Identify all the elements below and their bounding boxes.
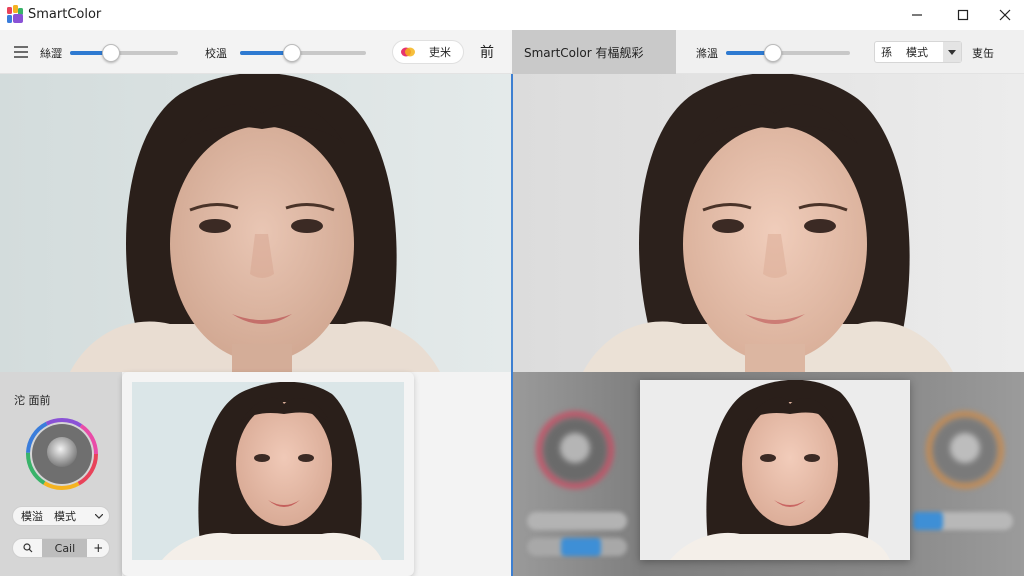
minimize-button[interactable] (894, 0, 940, 30)
chevron-down-icon (95, 514, 103, 519)
portrait-left-image (0, 74, 511, 372)
slider2[interactable] (240, 44, 366, 62)
slider2-thumb[interactable] (283, 44, 301, 62)
pill-label: 吏米 (429, 46, 451, 59)
action-button-row: Cail + (12, 538, 110, 558)
left-control-panel: 沱 面前 模溢 模式 Cail + (0, 372, 122, 576)
blurred-dropdown (527, 512, 627, 530)
left-thumbnail-card[interactable] (122, 372, 414, 576)
thumbnail-left-image (132, 382, 404, 560)
slider2-label: 校溫 (205, 47, 227, 60)
minimize-icon (912, 14, 922, 16)
right-slider-thumb[interactable] (764, 44, 782, 62)
blurred-button-row (527, 538, 627, 556)
right-slider[interactable] (726, 44, 850, 62)
mode-dropdown[interactable]: 模溢 模式 (12, 506, 110, 526)
right-toolbar-right-label[interactable]: 叓缶 (972, 45, 994, 61)
left-toolbar: 絲澀 校溫 吏米 前 (0, 30, 512, 74)
mode-select-prefix: 孫 (881, 46, 892, 59)
color-wheel-icon[interactable] (26, 418, 98, 490)
slider1[interactable] (70, 44, 178, 62)
close-button[interactable] (982, 0, 1024, 30)
thumbnail-right-image (640, 379, 910, 560)
panel-label: 沱 面前 (14, 394, 51, 407)
app-logo-icon (7, 5, 23, 23)
blurred-dropdown-right (913, 512, 1013, 530)
mode-select[interactable]: 孫 模式 (874, 41, 962, 63)
portrait-right-image (513, 74, 1024, 372)
caret-down-icon (948, 49, 956, 55)
right-slider-label: 滌溫 (696, 47, 718, 60)
title-bar: SmartColor (0, 0, 1024, 30)
right-thumbnail-card[interactable] (640, 379, 910, 560)
search-button[interactable] (13, 539, 42, 557)
mode-select-arrow[interactable] (943, 42, 961, 62)
color-blob-icon (401, 47, 415, 57)
color-pill-button[interactable]: 吏米 (392, 40, 464, 64)
left-toolbar-right-label[interactable]: 前 (480, 42, 494, 62)
right-preview-photo[interactable] (513, 74, 1024, 372)
left-preview-photo[interactable] (0, 74, 511, 372)
slider1-thumb[interactable] (102, 44, 120, 62)
slider1-label: 絲澀 (40, 47, 62, 60)
close-icon (999, 9, 1011, 21)
right-toolbar: SmartColor 有楅舰彩 滌溫 孫 模式 叓缶 (512, 30, 1024, 74)
add-button[interactable]: + (87, 539, 109, 557)
menu-icon[interactable] (14, 46, 28, 58)
maximize-icon (957, 9, 969, 21)
cail-button[interactable]: Cail (42, 539, 88, 557)
blurred-color-wheel-icon (536, 411, 614, 489)
blurred-color-wheel-right-icon (926, 411, 1004, 489)
blurred-accent-button (561, 538, 601, 556)
window-title: SmartColor (28, 7, 102, 22)
blurred-accent-button-right (913, 512, 943, 530)
maximize-button[interactable] (940, 0, 986, 30)
right-tab-title[interactable]: SmartColor 有楅舰彩 (512, 30, 676, 74)
mode-dropdown-value: 模溢 模式 (21, 510, 76, 523)
search-icon (23, 543, 33, 553)
mode-select-value: 模式 (906, 46, 928, 59)
